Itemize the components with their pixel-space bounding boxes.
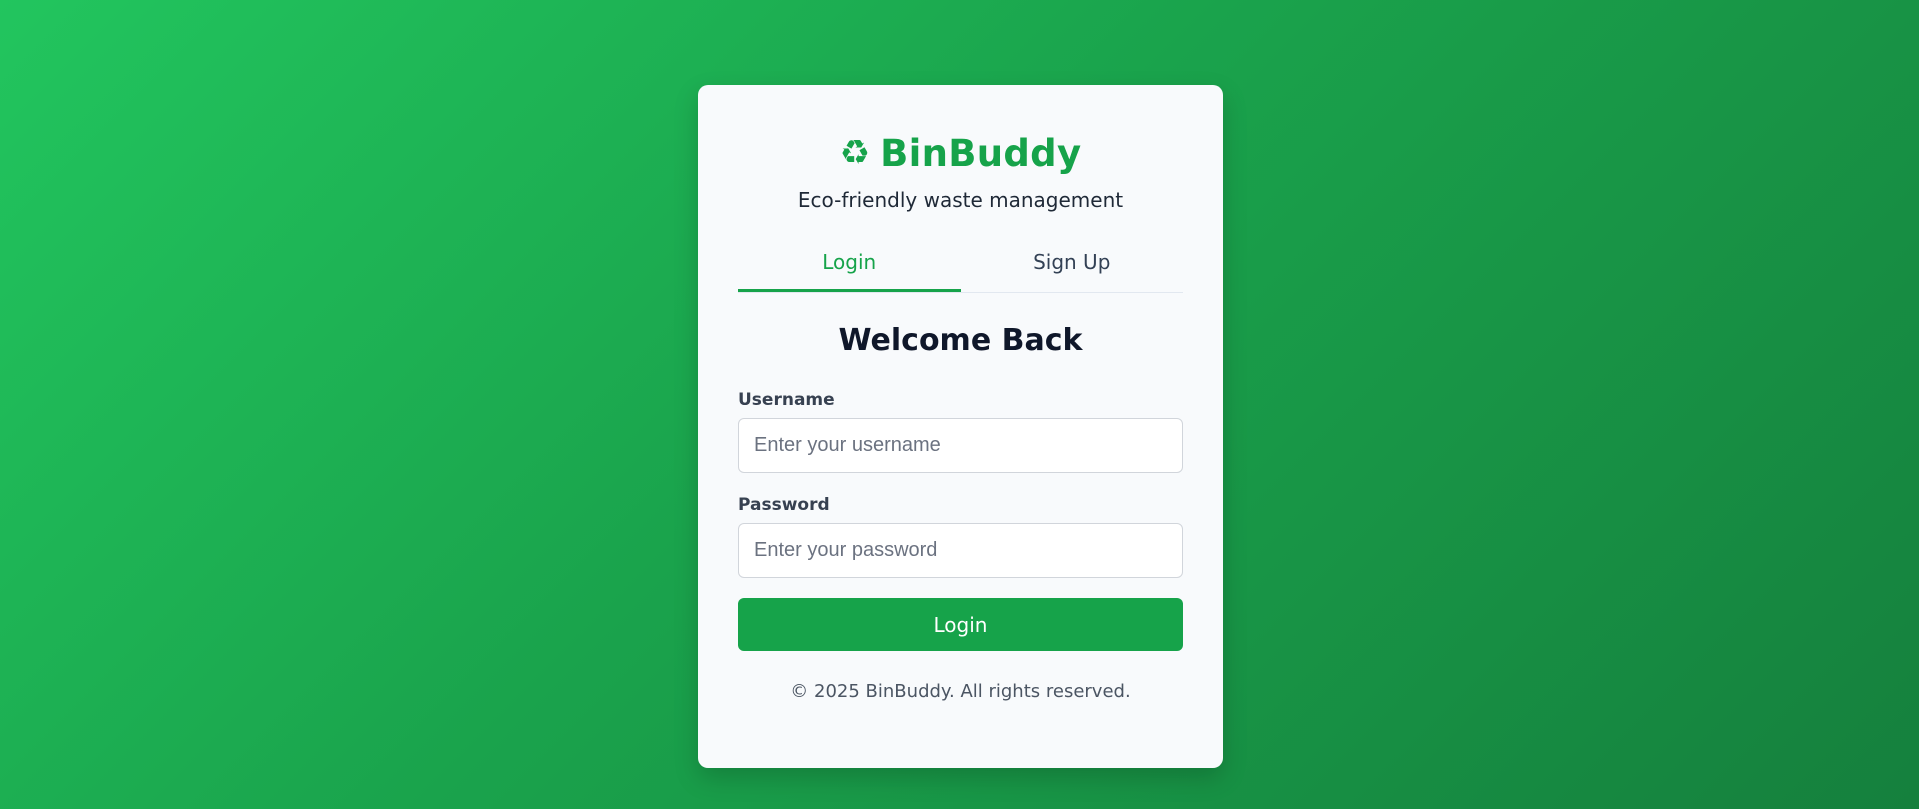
tagline: Eco-friendly waste management (797, 188, 1124, 212)
brand-header: ♻ BinBuddy (738, 127, 1183, 179)
password-input[interactable] (738, 523, 1183, 578)
recycle-icon: ♻ (839, 133, 871, 173)
tab-login[interactable]: Login (738, 238, 961, 292)
password-label: Password (738, 495, 830, 515)
username-label: Username (738, 390, 835, 410)
login-card: ♻ BinBuddy Eco-friendly waste management… (698, 85, 1223, 768)
tab-sign-up[interactable]: Sign Up (961, 238, 1184, 292)
brand-name: BinBuddy (880, 131, 1082, 175)
login-button[interactable]: Login (738, 598, 1183, 651)
username-input[interactable] (738, 418, 1183, 473)
form-heading: Welcome Back (838, 323, 1083, 358)
copyright-footer: © 2025 BinBuddy. All rights reserved. (790, 681, 1131, 702)
auth-tabs: Login Sign Up (738, 238, 1183, 293)
